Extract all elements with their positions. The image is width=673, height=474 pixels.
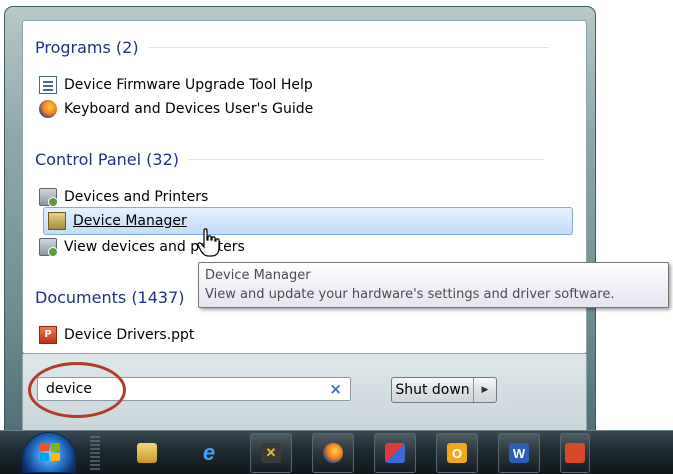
taskbar-ie-button[interactable]: e: [188, 433, 230, 473]
firefox-icon: [39, 100, 57, 118]
tooltip-description: View and update your hardware's settings…: [205, 287, 615, 302]
group-divider: [189, 158, 545, 160]
taskbar-explorer-button[interactable]: [126, 433, 168, 473]
folder-icon: [137, 443, 157, 463]
ie-icon: e: [202, 440, 216, 465]
annotation-circle: [28, 362, 126, 418]
result-item-label: Devices and Printers: [64, 189, 209, 205]
documents-group-header[interactable]: Documents (1437): [35, 285, 185, 309]
result-item-keyboard-guide[interactable]: Keyboard and Devices User's Guide: [39, 97, 313, 121]
printer-icon: [39, 238, 58, 257]
tooltip-title: Device Manager: [205, 268, 311, 283]
documents-header-label: Documents (1437): [35, 287, 185, 307]
word-icon: W: [509, 443, 529, 463]
taskbar-paint-button[interactable]: [374, 433, 416, 473]
shutdown-button-group: Shut down ▶: [391, 377, 497, 403]
result-item-label: Device Firmware Upgrade Tool Help: [64, 77, 313, 93]
result-item-device-manager[interactable]: Device Manager: [43, 207, 573, 235]
taskbar-outlook-button[interactable]: O: [436, 433, 478, 473]
taskbar-grip[interactable]: [90, 436, 100, 470]
clear-search-icon[interactable]: ×: [329, 380, 342, 398]
shutdown-options-arrow-icon[interactable]: ▶: [474, 378, 496, 402]
control-panel-header-label: Control Panel (32): [35, 149, 180, 169]
result-item-label: Device Manager: [73, 213, 187, 229]
app-icon: [565, 443, 585, 463]
group-divider: [148, 46, 549, 48]
help-document-icon: [39, 76, 57, 94]
powerpoint-icon: P: [39, 326, 57, 344]
outlook-icon: O: [447, 443, 467, 463]
paint-icon: [385, 443, 405, 463]
taskbar-partial-button[interactable]: [560, 433, 590, 473]
result-item-label: Device Drivers.ppt: [64, 327, 195, 343]
control-panel-group-header[interactable]: Control Panel (32): [35, 147, 545, 171]
x-app-icon: ✕: [261, 443, 281, 463]
device-manager-tooltip: Device Manager View and update your hard…: [198, 262, 669, 308]
result-item-dfu-help[interactable]: Device Firmware Upgrade Tool Help: [39, 73, 313, 97]
device-manager-icon: [48, 212, 66, 230]
taskbar-word-button[interactable]: W: [498, 433, 540, 473]
result-item-label: Keyboard and Devices User's Guide: [64, 101, 314, 117]
programs-group-header[interactable]: Programs (2): [35, 35, 549, 59]
shutdown-button[interactable]: Shut down: [392, 378, 474, 402]
taskbar-x-app-button[interactable]: ✕: [250, 433, 292, 473]
programs-header-label: Programs (2): [35, 37, 139, 57]
printer-icon: [39, 188, 58, 207]
firefox-icon: [323, 443, 343, 463]
hand-cursor-icon: [197, 228, 220, 257]
result-item-devices-printers[interactable]: Devices and Printers: [39, 185, 208, 209]
result-item-device-drivers-ppt[interactable]: P Device Drivers.ppt: [39, 323, 194, 347]
taskbar-firefox-button[interactable]: [312, 433, 354, 473]
